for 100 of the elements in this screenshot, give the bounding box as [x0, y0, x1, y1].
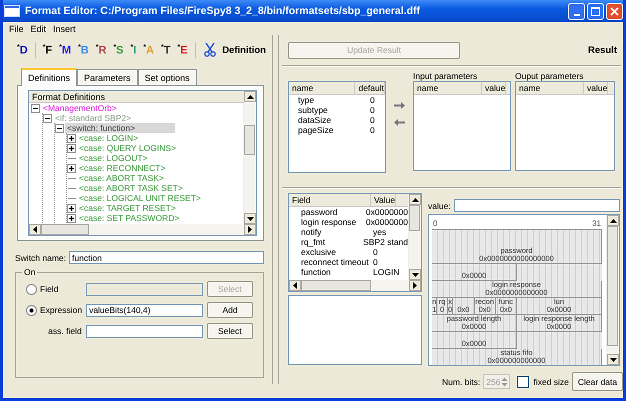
scroll-up-button[interactable] [409, 194, 421, 205]
minimize-icon [574, 14, 580, 16]
tree-item[interactable]: <case: TARGET RESET> [77, 203, 178, 213]
panel-title: Result [588, 44, 618, 56]
toolbar-button[interactable]: $^{*}$D [15, 44, 30, 56]
scroll-thumb[interactable] [244, 125, 255, 155]
close-button[interactable] [606, 2, 623, 20]
toolbar-button[interactable]: $^{*}$E [175, 44, 190, 56]
table-cell-text: type [297, 95, 316, 105]
table-cell-text: 0 [369, 95, 375, 105]
tree-item[interactable]: <case: LOGOUT> [77, 153, 150, 163]
column-header[interactable]: default [355, 82, 385, 94]
toolbar-button[interactable]: $^{*}$R [94, 44, 108, 56]
tree-item[interactable]: <case: RECONNECT> [77, 163, 168, 173]
switch-name-field[interactable]: function [69, 251, 264, 264]
scroll-thumb[interactable] [41, 224, 89, 235]
scroll-down-button[interactable] [409, 269, 421, 280]
minimize-button[interactable] [568, 2, 585, 20]
toolbar-button[interactable]: $^{*}$F [40, 44, 54, 56]
table-cell-text: SBP2 stand [362, 237, 408, 247]
column-header[interactable]: Format Definitions [29, 91, 244, 103]
radio-icon [26, 284, 37, 294]
radio-icon [26, 304, 37, 316]
tree-item[interactable]: <ManagementOrb> [41, 103, 119, 113]
tree-item[interactable]: <case: LOGICAL UNIT RESET> [77, 193, 203, 203]
value-field[interactable] [454, 199, 620, 212]
scroll-down-button[interactable] [607, 354, 619, 365]
scroll-thumb[interactable] [607, 226, 618, 346]
select-button[interactable]: Select [206, 323, 253, 339]
column-header[interactable]: name [289, 82, 356, 94]
down-arrow-icon [610, 358, 616, 362]
toolbar-button[interactable]: $^{*}$S [111, 44, 126, 56]
left-arrow-icon[interactable] [394, 119, 405, 126]
toolbar-button[interactable]: $^{*}$A [141, 44, 156, 56]
menu-item[interactable]: File [9, 24, 24, 34]
column-header[interactable]: name [516, 82, 584, 94]
scroll-thumb[interactable] [409, 205, 420, 231]
input-field[interactable]: valueBits(140,4) [86, 304, 204, 316]
collapse-icon[interactable] [31, 104, 40, 112]
menu-item[interactable]: Edit [30, 24, 46, 34]
scroll-right-button[interactable] [244, 224, 256, 235]
scroll-right-button[interactable] [409, 280, 421, 291]
radio-button[interactable]: Expression [26, 304, 82, 316]
menu-item[interactable]: Insert [53, 24, 76, 34]
table-cell-text: exclusive [300, 247, 337, 257]
table-cell-text: 0 [369, 115, 375, 125]
toolbar-button[interactable]: $^{*}$M [57, 44, 74, 56]
tree-item[interactable]: <case: ABORT TASK SET> [77, 183, 185, 193]
scissors-icon[interactable] [204, 43, 216, 57]
toolbar-button[interactable]: $^{*}$I [128, 44, 138, 56]
scroll-left-button[interactable] [289, 280, 301, 291]
tab[interactable]: Definitions [21, 68, 78, 86]
collapse-icon[interactable] [43, 114, 52, 122]
vertical-scrollbar[interactable] [408, 194, 421, 280]
column-header[interactable]: value [482, 82, 506, 94]
collapse-icon[interactable] [55, 124, 64, 132]
table-cell-text: password [300, 207, 338, 217]
expand-icon[interactable] [67, 214, 76, 222]
expand-icon[interactable] [67, 134, 76, 142]
field-label: ass. field [47, 326, 82, 336]
input-field[interactable] [86, 324, 203, 338]
tree-item[interactable]: <case: ABORT TASK> [77, 173, 166, 183]
column-header[interactable]: value [584, 82, 608, 94]
tree-item[interactable]: <case: LOGIN> [77, 133, 140, 143]
column-header[interactable]: name [414, 82, 482, 94]
scroll-up-button[interactable] [244, 91, 256, 102]
bit-number: 0 [433, 219, 438, 229]
tree-item[interactable]: <switch: function> [65, 123, 176, 133]
expand-icon[interactable] [67, 144, 76, 152]
vertical-scrollbar[interactable] [243, 103, 256, 224]
scroll-down-button[interactable] [244, 213, 256, 224]
horizontal-scrollbar[interactable] [29, 224, 256, 235]
table-cell-text: 0 [372, 257, 378, 267]
fixed-size-checkbox[interactable]: fixed size [517, 376, 569, 388]
maximize-button[interactable] [587, 2, 604, 20]
vertical-scrollbar[interactable] [606, 215, 619, 365]
table-cell-text: notify [300, 227, 322, 237]
expand-icon[interactable] [67, 164, 76, 172]
table-cell-text: 0 [372, 247, 378, 257]
column-header[interactable]: Field [289, 194, 371, 206]
select-button[interactable]: Add [207, 302, 253, 318]
tree-item[interactable]: <case: QUERY LOGINS> [77, 143, 178, 153]
tab[interactable]: Parameters [77, 69, 138, 85]
radio-button[interactable]: Field [26, 284, 82, 294]
scroll-thumb[interactable] [301, 280, 371, 291]
expand-icon[interactable] [67, 204, 76, 212]
tree-item[interactable]: <case: SET PASSWORD> [77, 213, 182, 223]
list-title: Ouput parameters [515, 71, 585, 81]
toolbar-button[interactable]: $^{*}$B [76, 44, 91, 56]
column-header[interactable]: Value [371, 194, 396, 206]
scroll-up-button[interactable] [607, 215, 619, 226]
horizontal-scrollbar[interactable] [289, 280, 421, 291]
tab[interactable]: Set options [138, 69, 197, 85]
input-field[interactable] [86, 282, 203, 296]
clear-data-button[interactable]: Clear data [572, 372, 623, 391]
scroll-left-button[interactable] [29, 224, 41, 235]
table-cell-text: 0 [369, 125, 375, 135]
toolbar-button[interactable]: $^{*}$T [159, 44, 172, 56]
table-cell-text: function [300, 267, 332, 277]
right-arrow-icon[interactable] [394, 102, 405, 109]
